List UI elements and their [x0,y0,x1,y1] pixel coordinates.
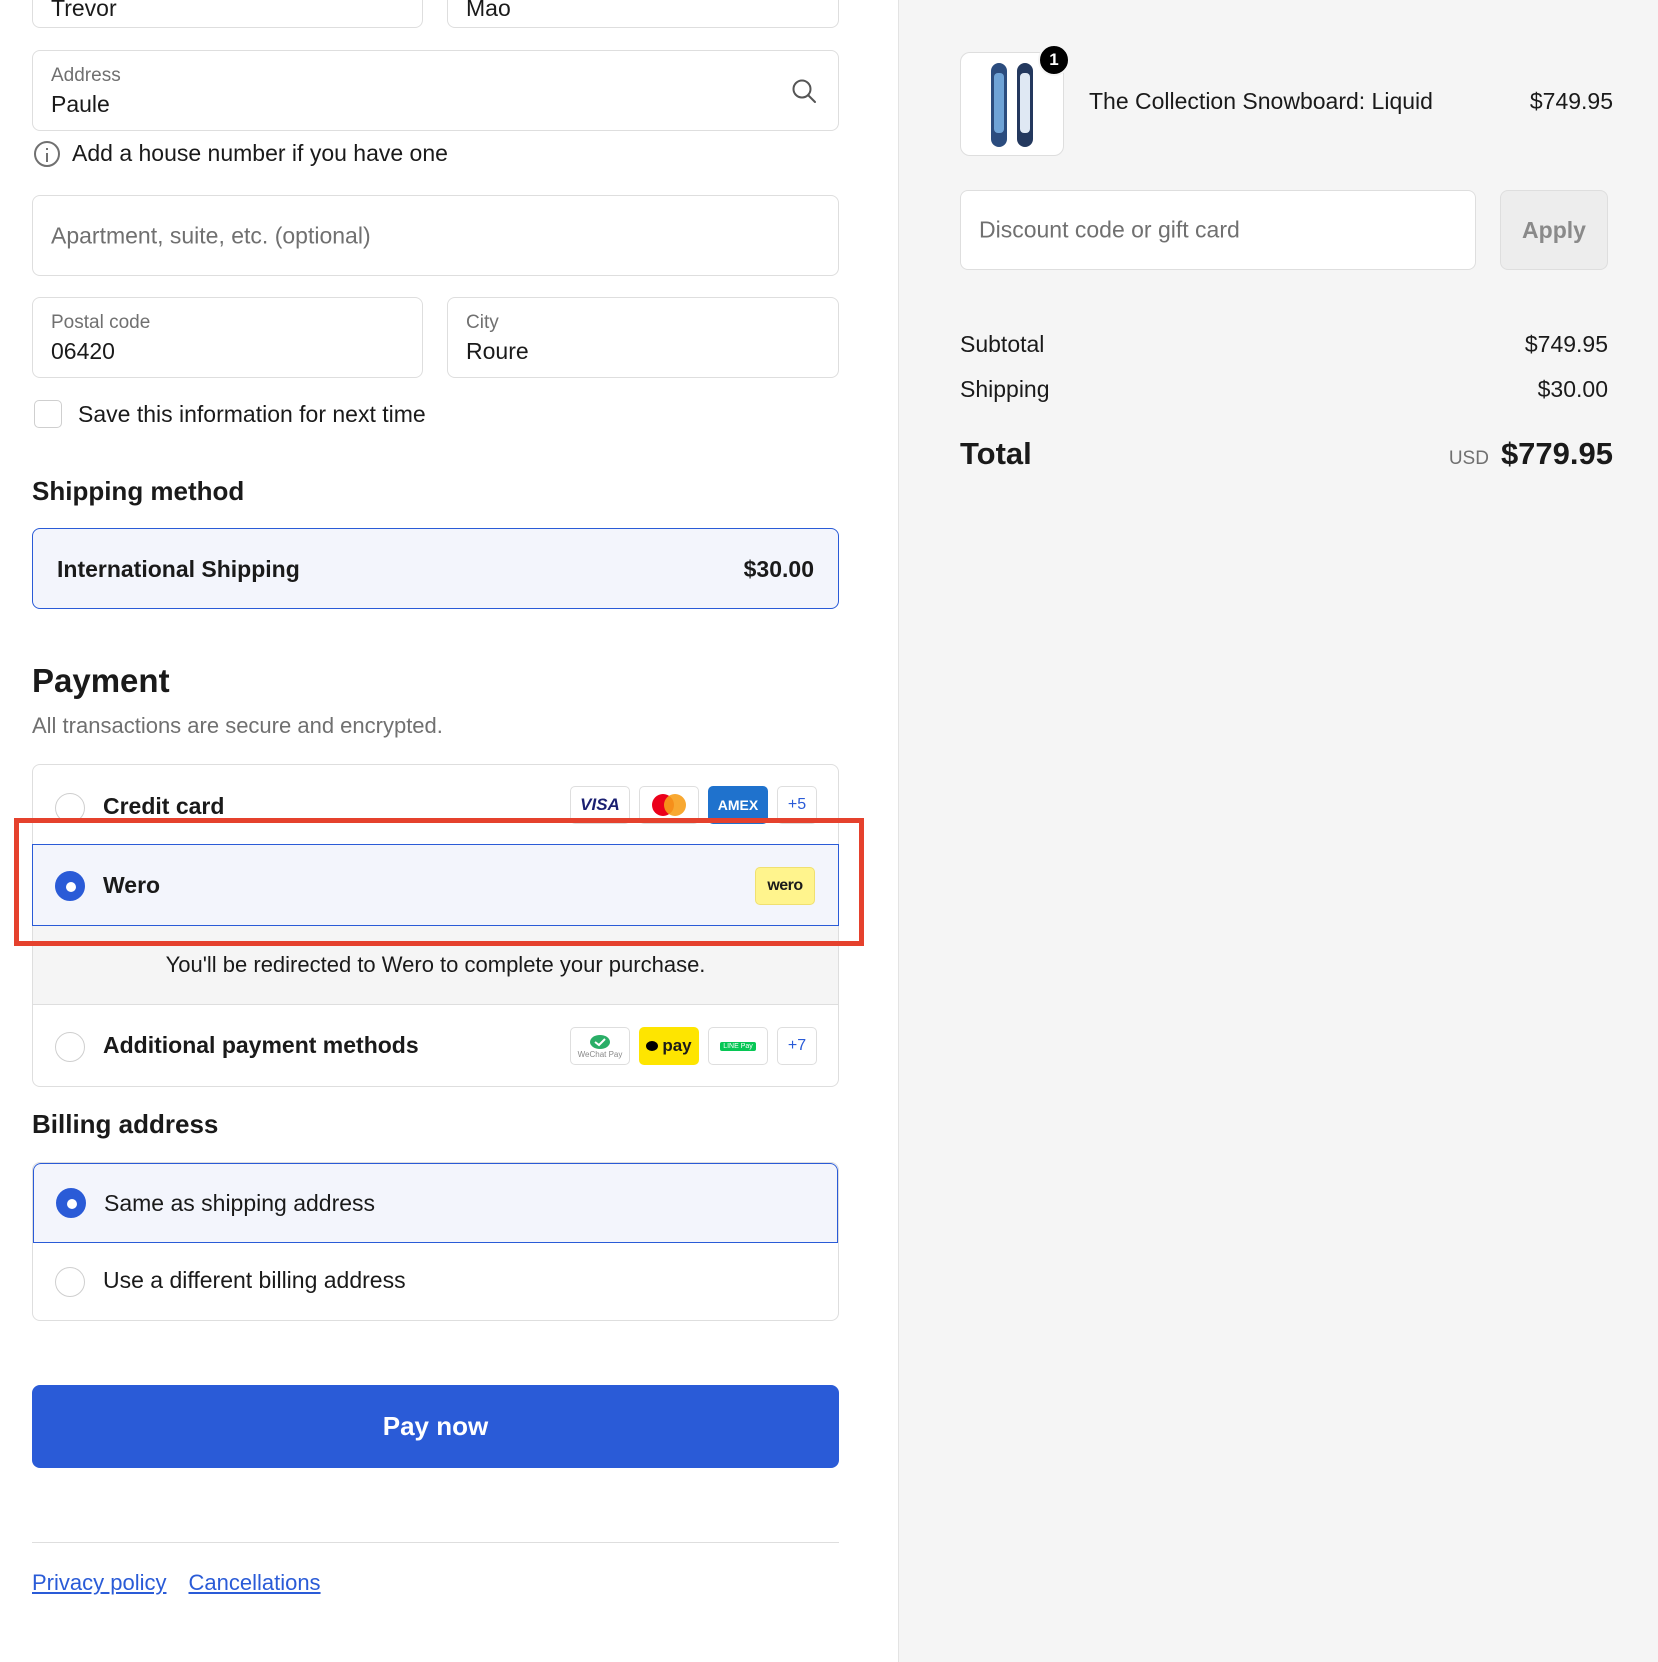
kakao-pay-text: pay [662,1036,692,1055]
address-hint: Add a house number if you have one [34,140,448,167]
subtotal-label: Subtotal [960,331,1045,357]
additional-methods-label: Additional payment methods [103,1032,419,1058]
wero-redirect-notice: You'll be redirected to Wero to complete… [33,926,838,1005]
last-name-value: Mao [466,0,511,21]
save-info-label: Save this information for next time [78,400,426,427]
footer-links: Privacy policy Cancellations [32,1570,321,1596]
wechat-pay-text: WeChat Pay [577,1049,623,1059]
amex-icon: AMEX [708,786,768,824]
city-value: Roure [466,338,529,364]
save-info-row[interactable]: Save this information for next time [34,400,426,428]
payment-option-wero[interactable]: Wero wero [32,844,839,926]
privacy-policy-link[interactable]: Privacy policy [32,1570,166,1596]
payment-option-additional[interactable]: Additional payment methods WeChat Pay pa… [33,1007,838,1086]
city-label: City [466,312,499,333]
product-name: The Collection Snowboard: Liquid [1089,88,1433,114]
billing-address-heading: Billing address [32,1109,219,1139]
total-value: $779.95 [1500,436,1613,471]
payment-heading: Payment [32,662,170,699]
billing-same-label: Same as shipping address [104,1190,376,1216]
visa-icon: VISA [570,786,630,824]
billing-option-same[interactable]: Same as shipping address [33,1163,838,1243]
address-field[interactable]: Address Paule [32,50,839,131]
postal-code-value: 06420 [51,338,115,364]
save-info-checkbox[interactable] [34,400,62,428]
postal-code-label: Postal code [51,312,151,333]
billing-option-different[interactable]: Use a different billing address [33,1243,838,1320]
apply-button[interactable]: Apply [1500,190,1608,270]
currency-code: USD [1448,448,1489,469]
first-name-field[interactable]: Trevor [32,0,423,28]
wero-radio[interactable] [55,871,85,901]
shipping-row: Shipping $30.00 [960,376,1608,403]
product-price: $749.95 [1529,88,1613,114]
wechat-pay-icon: WeChat Pay [570,1027,630,1065]
credit-card-label: Credit card [103,793,225,819]
shipping-method-price: $30.00 [743,556,814,582]
address-label: Address [51,65,121,86]
total-label: Total [960,436,1032,471]
line-pay-icon: LINE Pay [708,1027,768,1065]
shipping-method-heading: Shipping method [32,476,245,506]
address-value: Paule [51,91,110,117]
cancellations-link[interactable]: Cancellations [188,1570,320,1596]
credit-card-radio[interactable] [55,793,85,823]
pay-now-button[interactable]: Pay now [32,1385,839,1468]
order-summary-panel: 1 The Collection Snowboard: Liquid $749.… [898,0,1658,1662]
billing-options-group: Same as shipping address Use a different… [32,1162,839,1321]
footer-divider [32,1542,839,1543]
last-name-field[interactable]: Mao [447,0,839,28]
address-hint-text: Add a house number if you have one [72,140,448,166]
billing-different-radio[interactable] [55,1267,85,1297]
apartment-placeholder: Apartment, suite, etc. (optional) [51,222,371,248]
search-icon[interactable] [790,77,818,110]
checkout-form-panel: Trevor Mao Address Paule Add a house num… [0,0,898,1662]
shipping-label: Shipping [960,376,1050,402]
wero-label: Wero [103,872,161,898]
first-name-value: Trevor [51,0,117,21]
shipping-value: $30.00 [1537,376,1608,402]
info-icon [34,140,60,167]
shipping-method-name: International Shipping [57,556,300,582]
discount-code-input[interactable]: Discount code or gift card [960,190,1476,270]
kakao-pay-icon: pay [639,1027,699,1065]
additional-methods-radio[interactable] [55,1032,85,1062]
payment-option-credit-card[interactable]: Credit card VISA AMEX +5 [33,765,838,845]
more-cards-badge: +5 [777,786,817,824]
mastercard-icon [639,786,699,824]
billing-different-label: Use a different billing address [103,1267,406,1293]
postal-code-field[interactable]: Postal code 06420 [32,297,423,378]
discount-placeholder: Discount code or gift card [979,216,1240,243]
shipping-option-international[interactable]: International Shipping $30.00 [32,528,839,609]
wero-logo-icon: wero [755,867,815,905]
subtotal-value: $749.95 [1524,331,1608,357]
more-methods-badge: +7 [777,1027,817,1065]
total-amount: USD $779.95 [1449,436,1613,472]
apartment-field[interactable]: Apartment, suite, etc. (optional) [32,195,839,276]
payment-subtitle: All transactions are secure and encrypte… [32,713,443,738]
quantity-badge: 1 [1038,44,1070,76]
billing-same-radio[interactable] [56,1188,86,1218]
line-pay-text: LINE Pay [720,1041,756,1051]
subtotal-row: Subtotal $749.95 [960,331,1608,358]
city-field[interactable]: City Roure [447,297,839,378]
